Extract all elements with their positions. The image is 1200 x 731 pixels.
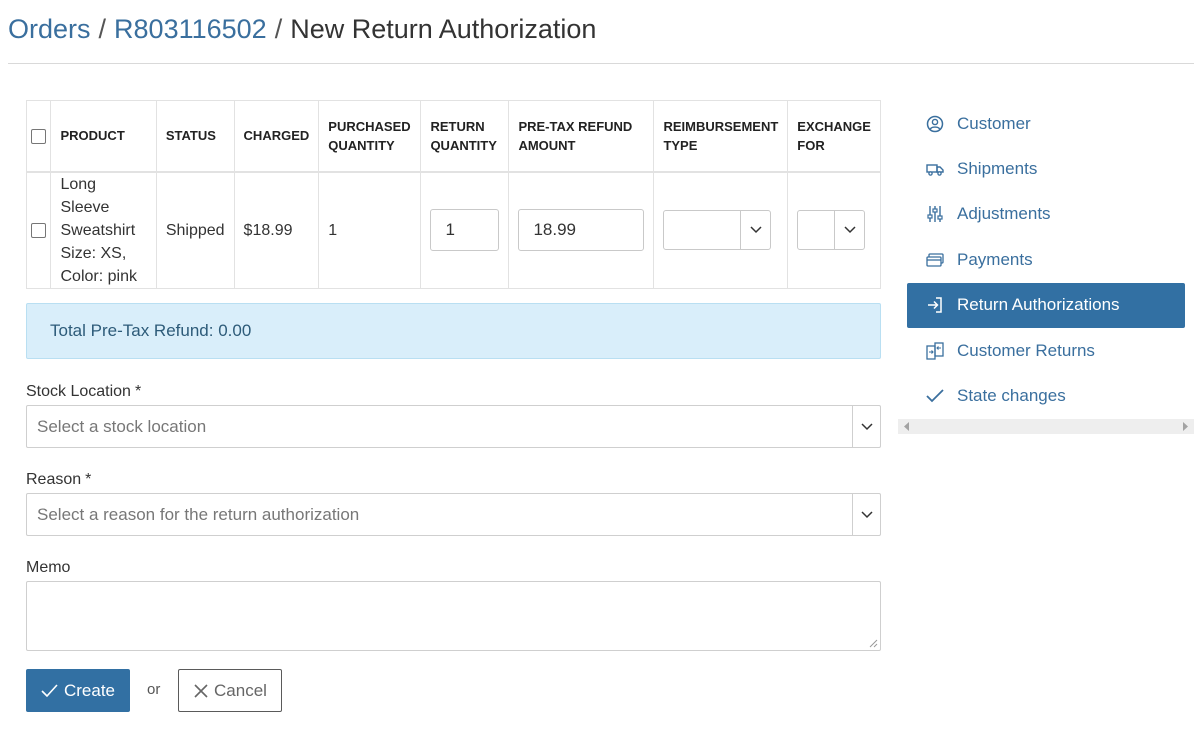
stock-location-select[interactable]: Select a stock location [26,405,881,448]
credit-card-icon [925,250,945,270]
product-variant: Color: pink [60,267,137,285]
header-text: TYPE [663,137,698,153]
product-cell: Long Sleeve Sweatshirt Size: XS, Color: … [50,171,157,289]
total-refund-box: Total Pre-Tax Refund: 0.00 [26,303,881,359]
required-mark: * [85,471,92,488]
sidebar-item-adjustments[interactable]: Adjustments [907,192,1185,237]
sidebar-item-label: State changes [957,386,1066,406]
create-button[interactable]: Create [26,669,130,712]
row-checkbox[interactable] [31,222,47,238]
product-variant: Size: XS, [60,244,127,262]
header-text: QUANTITY [430,137,497,153]
checkmark-icon [41,684,58,697]
breadcrumb: Orders / R803116502/New Return Authorizati… [8,14,1194,64]
reimbursement-type-cell [653,171,789,289]
header-text: QUANTITY [328,137,395,153]
sidebar-item-label: Payments [957,249,1033,269]
label-text: Stock Location [26,383,131,400]
return-quantity-cell: 1 [420,171,510,289]
breadcrumb-separator: / [274,14,283,44]
reason-label: Reason * [26,471,91,489]
exchange-icon [925,341,945,361]
status-cell: Shipped [155,171,235,289]
breadcrumb-orders-link[interactable]: Orders [8,14,91,44]
label-text: Reason [26,471,82,488]
header-text: RETURN [430,118,485,134]
reason-placeholder: Select a reason for the return authoriza… [37,505,360,524]
return-quantity-input[interactable]: 1 [430,209,500,251]
stock-location-placeholder: Select a stock location [37,417,207,436]
create-button-label: Create [63,680,116,700]
required-mark: * [134,383,142,400]
memo-label: Memo [26,559,71,576]
header-status: STATUS [155,100,235,173]
sidebar-item-customer-returns[interactable]: Customer Returns [907,328,1185,373]
select-all-cell [25,100,52,173]
header-reimbursement-type: REIMBURSEMENT TYPE [653,100,789,173]
sidebar-item-label: Customer [957,113,1031,133]
header-exchange-for: EXCHANGE FOR [787,100,881,173]
resize-grip-icon[interactable] [868,638,878,648]
table-row: Long Sleeve Sweatshirt Size: XS, Color: … [25,171,881,289]
return-items-table: PRODUCT STATUS CHARGED PURCHASED QUANTITY… [25,100,881,289]
refund-amount-cell: 18.99 [508,171,655,289]
chevron-down-icon [852,494,880,535]
sliders-icon [925,204,945,224]
or-text: or [147,681,161,698]
header-pre-tax-refund: PRE-TAX REFUND AMOUNT [508,100,655,173]
row-select-cell [25,171,52,289]
reason-select[interactable]: Select a reason for the return authoriza… [26,493,881,536]
reimbursement-type-select[interactable] [663,210,772,250]
sidebar-item-label: Return Authorizations [957,295,1120,315]
product-name: Sweatshirt [60,221,136,239]
close-icon [194,683,208,698]
charged-cell: $18.99 [233,171,320,289]
chevron-down-icon [834,211,864,249]
header-purchased-quantity: PURCHASED QUANTITY [318,100,422,173]
memo-textarea[interactable] [26,581,881,651]
header-return-quantity: RETURN QUANTITY [420,100,510,173]
scroll-left-icon[interactable] [904,422,910,431]
sidebar-item-payments[interactable]: Payments [907,237,1185,282]
sidebar-item-label: Customer Returns [957,340,1095,360]
page-title: New Return Authorization [290,14,597,44]
sidebar-item-return-authorizations[interactable]: Return Authorizations [907,282,1185,328]
header-text: EXCHANGE [797,118,871,134]
sidebar-item-state-changes[interactable]: State changes [907,373,1185,418]
breadcrumb-order-link[interactable]: R803116502 [114,14,267,44]
cancel-button-label: Cancel [214,680,267,700]
table-header-row: PRODUCT STATUS CHARGED PURCHASED QUANTITY… [25,100,881,173]
header-text: AMOUNT [518,137,576,153]
select-all-checkbox[interactable] [31,129,47,145]
order-tabs-sidebar: Customer Shipments Adjustments Payments … [907,101,1185,419]
exchange-for-cell [787,171,881,289]
sidebar-item-label: Adjustments [957,204,1051,224]
chevron-down-icon [740,211,770,249]
header-product: PRODUCT [50,100,157,173]
chevron-down-icon [852,406,880,447]
sidebar-item-shipments[interactable]: Shipments [907,146,1185,191]
header-text: REIMBURSEMENT [663,118,779,134]
checkmark-icon [925,386,945,406]
cancel-button[interactable]: Cancel [178,669,282,712]
sidebar-item-label: Shipments [957,159,1038,179]
product-name: Long Sleeve [60,175,110,216]
user-circle-icon [925,114,945,134]
exchange-for-select[interactable] [797,210,866,250]
stock-location-label: Stock Location * [26,383,141,401]
header-text: FOR [797,137,825,153]
purchased-quantity-cell: 1 [318,171,422,289]
sign-in-icon [925,295,945,315]
header-text: PRE-TAX REFUND [518,118,633,134]
truck-icon [925,159,945,179]
scroll-right-icon[interactable] [1182,422,1188,431]
header-text: PURCHASED [328,118,411,134]
header-charged: CHARGED [233,100,320,173]
breadcrumb-separator: / [98,14,107,44]
refund-amount-input[interactable]: 18.99 [518,209,645,251]
sidebar-scrollbar[interactable] [898,419,1194,434]
sidebar-item-customer[interactable]: Customer [907,101,1185,146]
